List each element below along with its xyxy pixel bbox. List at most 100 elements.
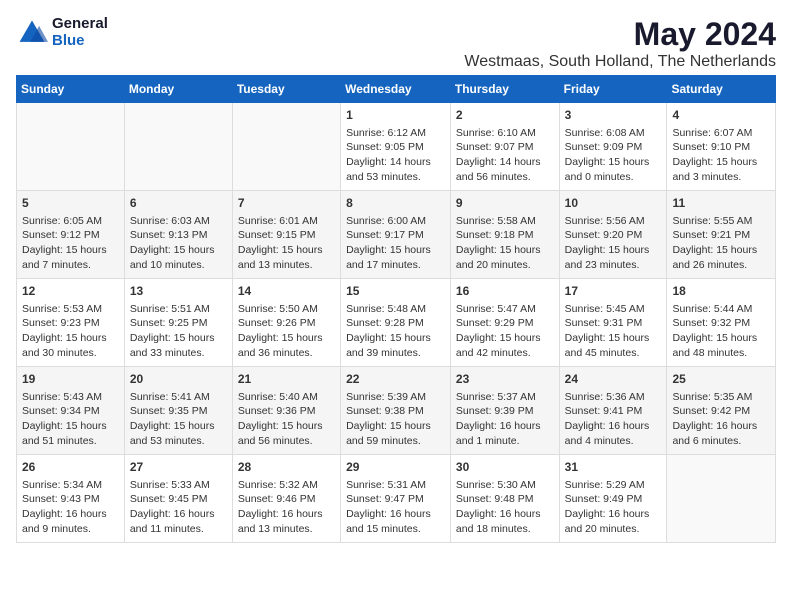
day-number: 7 (238, 195, 335, 212)
day-info: Sunrise: 5:47 AM (456, 302, 554, 317)
calendar-day-cell: 6 Sunrise: 6:03 AMSunset: 9:13 PMDaylight… (124, 191, 232, 279)
calendar-day-cell: 31Sunrise: 5:29 AMSunset: 9:49 PMDayligh… (559, 455, 667, 543)
day-info: Sunrise: 6:00 AM (346, 214, 445, 229)
day-number: 8 (346, 195, 445, 212)
weekday-header: Wednesday (341, 76, 451, 103)
calendar-day-cell: 4Sunrise: 6:07 AMSunset: 9:10 PMDaylight… (667, 103, 776, 191)
day-info: Daylight: 16 hours and 13 minutes. (238, 507, 335, 536)
weekday-header: Thursday (450, 76, 559, 103)
day-info: Sunset: 9:18 PM (456, 228, 554, 243)
weekday-header: Sunday (17, 76, 125, 103)
calendar-day-cell: 27Sunrise: 5:33 AMSunset: 9:45 PMDayligh… (124, 455, 232, 543)
day-number: 3 (565, 107, 662, 124)
day-number: 22 (346, 371, 445, 388)
day-info: Sunset: 9:13 PM (130, 228, 227, 243)
day-info: Daylight: 15 hours and 23 minutes. (565, 243, 662, 272)
calendar-day-cell (667, 455, 776, 543)
day-info: Sunrise: 5:32 AM (238, 478, 335, 493)
day-info: Sunset: 9:39 PM (456, 404, 554, 419)
calendar-week-row: 1Sunrise: 6:12 AMSunset: 9:05 PMDaylight… (17, 103, 776, 191)
day-info: Sunrise: 5:36 AM (565, 390, 662, 405)
weekday-header: Saturday (667, 76, 776, 103)
day-number: 29 (346, 459, 445, 476)
day-info: Daylight: 15 hours and 3 minutes. (672, 155, 770, 184)
weekday-header: Monday (124, 76, 232, 103)
day-info: Sunrise: 5:41 AM (130, 390, 227, 405)
day-info: Sunrise: 5:30 AM (456, 478, 554, 493)
day-info: Daylight: 16 hours and 9 minutes. (22, 507, 119, 536)
calendar-day-cell: 19Sunrise: 5:43 AMSunset: 9:34 PMDayligh… (17, 367, 125, 455)
day-info: Sunset: 9:29 PM (456, 316, 554, 331)
day-info: Sunset: 9:32 PM (672, 316, 770, 331)
logo: General Blue (16, 16, 108, 49)
day-number: 31 (565, 459, 662, 476)
calendar-day-cell (124, 103, 232, 191)
calendar-day-cell: 11Sunrise: 5:55 AMSunset: 9:21 PMDayligh… (667, 191, 776, 279)
day-info: Sunset: 9:05 PM (346, 140, 445, 155)
day-number: 21 (238, 371, 335, 388)
calendar-day-cell (232, 103, 340, 191)
day-info: Daylight: 15 hours and 10 minutes. (130, 243, 227, 272)
day-number: 1 (346, 107, 445, 124)
day-info: Daylight: 15 hours and 59 minutes. (346, 419, 445, 448)
day-info: Sunrise: 6:05 AM (22, 214, 119, 229)
day-info: Sunrise: 6:12 AM (346, 126, 445, 141)
day-info: Sunrise: 5:35 AM (672, 390, 770, 405)
calendar-day-cell: 22Sunrise: 5:39 AMSunset: 9:38 PMDayligh… (341, 367, 451, 455)
location-title: Westmaas, South Holland, The Netherlands (464, 53, 776, 71)
calendar-day-cell: 24Sunrise: 5:36 AMSunset: 9:41 PMDayligh… (559, 367, 667, 455)
day-info: Sunset: 9:45 PM (130, 492, 227, 507)
calendar-day-cell: 5Sunrise: 6:05 AMSunset: 9:12 PMDaylight… (17, 191, 125, 279)
day-info: Sunrise: 6:07 AM (672, 126, 770, 141)
day-info: Sunset: 9:12 PM (22, 228, 119, 243)
day-info: Sunset: 9:21 PM (672, 228, 770, 243)
day-info: Sunset: 9:48 PM (456, 492, 554, 507)
day-info: Sunset: 9:42 PM (672, 404, 770, 419)
day-info: Sunset: 9:23 PM (22, 316, 119, 331)
day-info: Sunrise: 5:53 AM (22, 302, 119, 317)
day-info: Daylight: 15 hours and 56 minutes. (238, 419, 335, 448)
day-number: 26 (22, 459, 119, 476)
day-info: Sunset: 9:35 PM (130, 404, 227, 419)
day-info: Daylight: 16 hours and 20 minutes. (565, 507, 662, 536)
calendar-day-cell: 17Sunrise: 5:45 AMSunset: 9:31 PMDayligh… (559, 279, 667, 367)
day-info: Sunset: 9:17 PM (346, 228, 445, 243)
day-info: Daylight: 16 hours and 11 minutes. (130, 507, 227, 536)
day-number: 6 (130, 195, 227, 212)
logo-icon (16, 17, 48, 49)
day-number: 15 (346, 283, 445, 300)
day-info: Sunrise: 5:37 AM (456, 390, 554, 405)
day-info: Sunset: 9:28 PM (346, 316, 445, 331)
day-info: Sunset: 9:43 PM (22, 492, 119, 507)
day-info: Sunrise: 5:34 AM (22, 478, 119, 493)
calendar-day-cell: 12Sunrise: 5:53 AMSunset: 9:23 PMDayligh… (17, 279, 125, 367)
day-info: Sunrise: 5:48 AM (346, 302, 445, 317)
day-info: Daylight: 16 hours and 4 minutes. (565, 419, 662, 448)
day-info: Daylight: 14 hours and 53 minutes. (346, 155, 445, 184)
weekday-header-row: SundayMondayTuesdayWednesdayThursdayFrid… (17, 76, 776, 103)
calendar-day-cell: 20Sunrise: 5:41 AMSunset: 9:35 PMDayligh… (124, 367, 232, 455)
day-info: Sunset: 9:31 PM (565, 316, 662, 331)
calendar-day-cell: 1 Sunrise: 6:12 AMSunset: 9:05 PMDaylight… (341, 103, 451, 191)
day-info: Sunset: 9:07 PM (456, 140, 554, 155)
calendar-day-cell: 29Sunrise: 5:31 AMSunset: 9:47 PMDayligh… (341, 455, 451, 543)
day-number: 9 (456, 195, 554, 212)
day-number: 23 (456, 371, 554, 388)
day-info: Daylight: 15 hours and 33 minutes. (130, 331, 227, 360)
day-number: 5 (22, 195, 119, 212)
day-info: Sunrise: 6:03 AM (130, 214, 227, 229)
weekday-header: Tuesday (232, 76, 340, 103)
day-number: 30 (456, 459, 554, 476)
day-info: Sunset: 9:10 PM (672, 140, 770, 155)
day-number: 2 (456, 107, 554, 124)
day-info: Daylight: 16 hours and 6 minutes. (672, 419, 770, 448)
logo-text: General Blue (52, 16, 108, 49)
logo-general: General (52, 16, 108, 33)
logo-blue: Blue (52, 33, 108, 50)
calendar-day-cell: 30Sunrise: 5:30 AMSunset: 9:48 PMDayligh… (450, 455, 559, 543)
day-number: 12 (22, 283, 119, 300)
calendar-day-cell: 13Sunrise: 5:51 AMSunset: 9:25 PMDayligh… (124, 279, 232, 367)
calendar-day-cell: 2Sunrise: 6:10 AMSunset: 9:07 PMDaylight… (450, 103, 559, 191)
day-info: Sunrise: 5:40 AM (238, 390, 335, 405)
title-area: May 2024 Westmaas, South Holland, The Ne… (464, 16, 776, 71)
